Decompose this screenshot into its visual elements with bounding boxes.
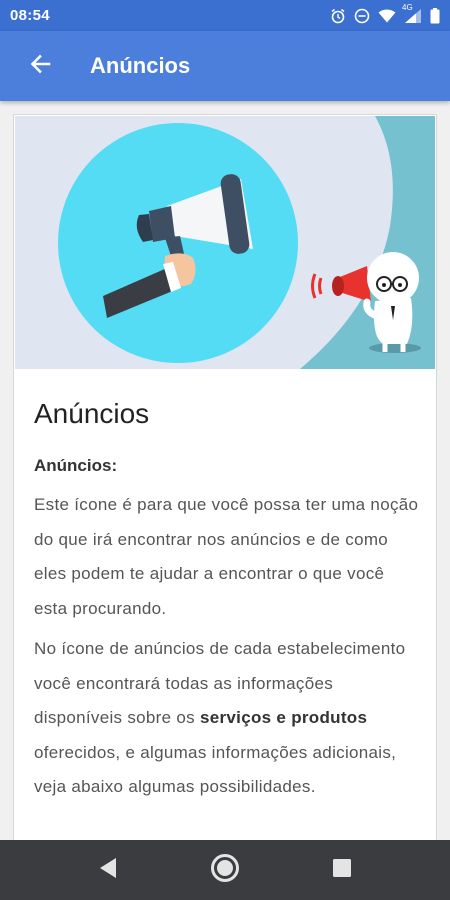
article-paragraph-1: Este ícone é para que você possa ter uma… — [34, 495, 419, 618]
status-bar: 08:54 4G — [0, 0, 450, 31]
status-icons: 4G — [330, 3, 440, 24]
article-card: Anúncios Anúncios: Este ícone é para que… — [13, 114, 437, 840]
nav-recents-button[interactable] — [317, 845, 367, 895]
back-button[interactable] — [20, 46, 60, 86]
app-bar-title: Anúncios — [90, 53, 191, 78]
network-type-label: 4G — [402, 2, 413, 12]
app-bar: Anúncios — [0, 31, 450, 101]
nav-back-button[interactable] — [83, 845, 133, 895]
recents-square-icon — [332, 858, 352, 883]
do-not-disturb-icon — [354, 8, 370, 24]
paragraph-2-text-end: oferecidos, e algumas informações adicio… — [34, 742, 397, 797]
status-time: 08:54 — [10, 7, 50, 24]
system-navigation-bar — [0, 840, 450, 900]
hero-illustration — [15, 116, 435, 369]
signal-icon: 4G — [402, 3, 422, 24]
battery-icon — [430, 7, 440, 24]
paragraph-2-bold-text: serviços e produtos — [200, 708, 368, 727]
arrow-back-icon — [29, 53, 51, 80]
content-area[interactable]: Anúncios Anúncios: Este ícone é para que… — [0, 101, 450, 840]
nav-home-button[interactable] — [200, 845, 250, 895]
wifi-icon — [378, 9, 396, 23]
home-circle-icon — [210, 853, 240, 888]
back-triangle-icon — [98, 857, 118, 884]
article-body: Anúncios Anúncios: Este ícone é para que… — [34, 398, 419, 811]
article-title: Anúncios — [34, 398, 150, 429]
article-paragraph-2: No ícone de anúncios de cada estabelecim… — [34, 632, 419, 805]
article-subheading: Anúncios: — [34, 456, 118, 475]
alarm-icon — [330, 8, 346, 24]
